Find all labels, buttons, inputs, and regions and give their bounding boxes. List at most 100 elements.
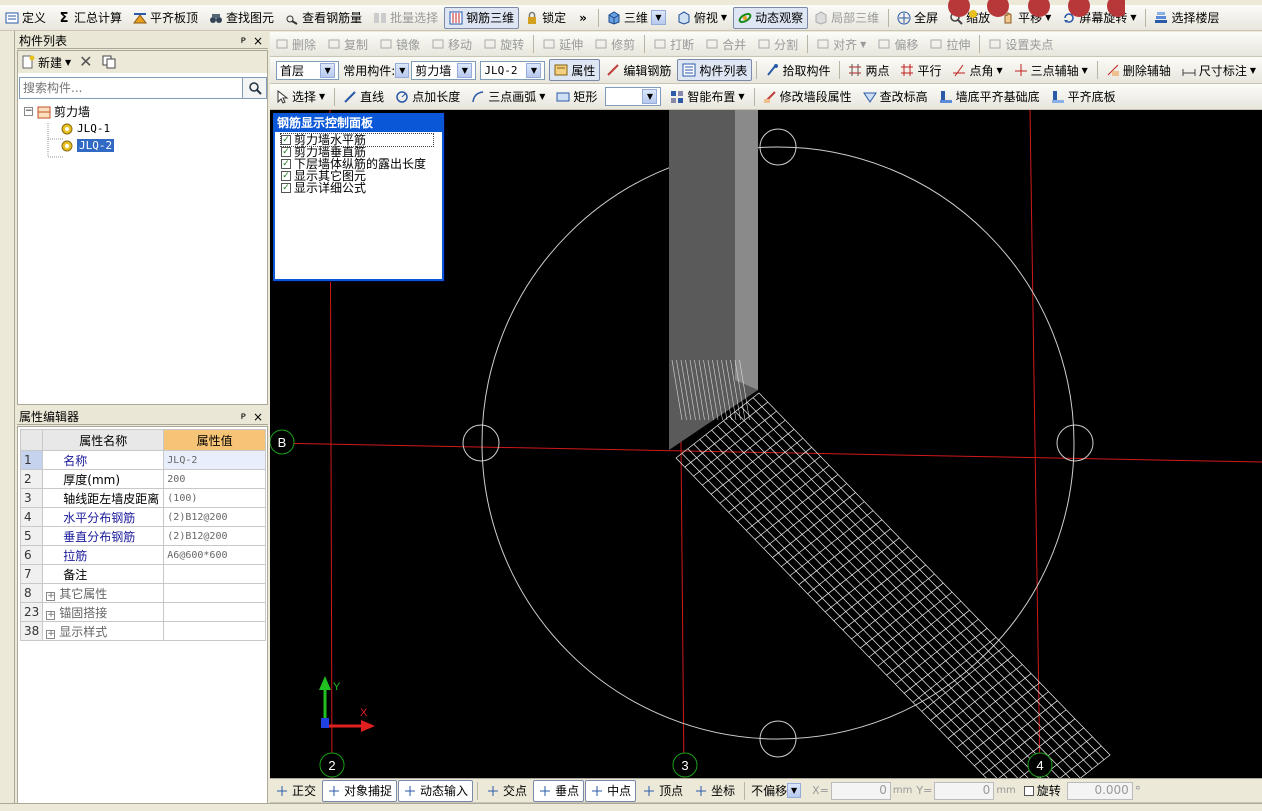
two-points-button[interactable]: 两点	[843, 59, 894, 81]
view-3d-button[interactable]: 三维 ▼	[602, 7, 671, 29]
align-button[interactable]: 对齐 ▼	[811, 33, 871, 55]
category-type-select[interactable]: ▼	[395, 61, 410, 80]
search-input[interactable]	[19, 77, 243, 99]
property-value-cell[interactable]	[163, 583, 266, 603]
find-element-button[interactable]: 查找图元	[204, 7, 279, 29]
rebar-option[interactable]: ✓ 显示详细公式	[281, 182, 436, 194]
pin-icon[interactable]: ᴘ	[241, 411, 246, 422]
expand-icon[interactable]: +	[46, 610, 56, 620]
floor-select[interactable]: 首层 ▼	[276, 60, 340, 80]
select-button[interactable]: 选择 ▼	[270, 86, 330, 108]
arc-option-select[interactable]: ▼	[605, 87, 662, 106]
pick-component-button[interactable]: 拾取构件	[760, 59, 835, 81]
define-button[interactable]: 定义	[0, 7, 51, 29]
fullscreen-button[interactable]: 全屏	[892, 7, 943, 29]
align-wall-bottom-foundation-button[interactable]: 墙底平齐基础底	[934, 86, 1045, 108]
align-slab-top-button[interactable]: 平齐板顶	[128, 7, 203, 29]
delete-aux-axis-button[interactable]: 删除辅轴	[1101, 59, 1176, 81]
parallel-button[interactable]: 平行	[895, 59, 946, 81]
three-point-aux-axis-button[interactable]: 三点辅轴 ▼	[1009, 59, 1093, 81]
dynamic-input-button[interactable]: 动态输入	[398, 779, 474, 802]
property-value-cell[interactable]: (2)B12@200	[163, 526, 266, 546]
property-value-cell[interactable]: 200	[163, 469, 266, 489]
delete-button[interactable]: 删除	[270, 33, 321, 55]
three-point-arc-button[interactable]: 三点画弧 ▼	[466, 86, 550, 108]
intersection-button[interactable]: 交点	[481, 780, 532, 802]
modify-wall-segment-button[interactable]: 修改墙段属性	[758, 86, 857, 108]
property-value-cell[interactable]	[163, 564, 266, 584]
select-floor-button[interactable]: 选择楼层	[1149, 7, 1224, 29]
checkbox-checked-icon[interactable]: ✓	[281, 147, 291, 157]
line-button[interactable]: 直线	[338, 86, 389, 108]
stretch-button[interactable]: 拉伸	[924, 33, 975, 55]
check-elevation-button[interactable]: 查改标高	[858, 86, 933, 108]
sum-calc-button[interactable]: Σ 汇总计算	[52, 7, 127, 29]
mirror-button[interactable]: 镜像	[374, 33, 425, 55]
top-view-button[interactable]: 俯视 ▼	[672, 7, 732, 29]
property-row[interactable]: 8 + 其它属性	[19, 583, 266, 603]
search-button[interactable]	[243, 77, 267, 99]
property-value-cell[interactable]	[163, 621, 266, 641]
x-coordinate-field[interactable]: 0	[830, 781, 891, 800]
toolbar-overflow-button[interactable]: »	[572, 7, 594, 29]
trim-button[interactable]: 修剪	[589, 33, 640, 55]
copy-icon[interactable]	[102, 55, 116, 69]
property-row[interactable]: 4 水平分布钢筋 (2)B12@200	[19, 507, 266, 527]
close-icon[interactable]: ×	[253, 34, 263, 48]
merge-button[interactable]: 合并	[700, 33, 751, 55]
copy-button[interactable]: 复制	[322, 33, 373, 55]
delete-icon[interactable]: ✕	[79, 54, 93, 70]
smart-layout-button[interactable]: 智能布置 ▼	[665, 86, 749, 108]
expand-icon[interactable]: +	[46, 591, 56, 601]
property-row[interactable]: 6 拉筋 A6@600*600	[19, 545, 266, 565]
drawing-canvas[interactable]: B 2 3 4 Y X 钢筋显示控制面板 ✓ 剪力墙水平筋 ✓ 剪力墙垂直筋 ✓ 下层墙体…	[270, 110, 1262, 778]
rectangle-button[interactable]: 矩形	[551, 86, 602, 108]
y-coordinate-field[interactable]: 0	[934, 781, 995, 800]
property-value-cell[interactable]: (100)	[163, 488, 266, 508]
property-row[interactable]: 38 + 显示样式	[19, 621, 266, 641]
offset-button[interactable]: 偏移	[872, 33, 923, 55]
property-row[interactable]: 23 + 锚固搭接	[19, 602, 266, 622]
property-value-cell[interactable]	[163, 602, 266, 622]
expand-icon[interactable]: +	[46, 629, 56, 639]
new-component-button[interactable]: 新建	[38, 54, 62, 71]
checkbox-checked-icon[interactable]: ✓	[281, 183, 291, 193]
midpoint-button[interactable]: 中点	[585, 779, 637, 802]
object-snap-button[interactable]: 对象捕捉	[322, 779, 398, 802]
local-3d-button[interactable]: 局部三维	[809, 7, 884, 29]
orbit-handle-left[interactable]	[462, 424, 500, 462]
component-list-button[interactable]: 构件列表	[677, 59, 753, 81]
checkbox-checked-icon[interactable]: ✓	[281, 171, 291, 181]
perpendicular-button[interactable]: 垂点	[533, 779, 585, 802]
checkbox-checked-icon[interactable]: ✓	[281, 135, 291, 145]
point-angle-button[interactable]: 点角 ▼	[947, 59, 1007, 81]
split-button[interactable]: 分割	[752, 33, 803, 55]
category-select[interactable]: 剪力墙 ▼	[411, 60, 477, 80]
property-row[interactable]: 3 轴线距左墙皮距离 (100)	[19, 488, 266, 508]
edit-rebar-button[interactable]: 编辑钢筋	[601, 59, 676, 81]
view-rebar-qty-button[interactable]: 查看钢筋量	[280, 7, 367, 29]
close-icon[interactable]: ×	[253, 410, 263, 424]
property-value-cell[interactable]: JLQ-2	[163, 450, 266, 470]
move-button[interactable]: 移动	[426, 33, 477, 55]
property-row[interactable]: 7 备注	[19, 564, 266, 584]
extend-button[interactable]: 延伸	[537, 33, 588, 55]
dimension-button[interactable]: 尺寸标注 ▼	[1177, 59, 1261, 81]
pin-icon[interactable]: ᴘ	[241, 35, 246, 46]
align-bottom-slab-button[interactable]: 平齐底板	[1046, 86, 1121, 108]
properties-button[interactable]: 属性	[549, 59, 601, 81]
offset-mode-select[interactable]: 不偏移 ▼	[748, 781, 804, 800]
orbit-gizmo[interactable]	[929, 0, 1129, 18]
set-grip-button[interactable]: 设置夹点	[983, 33, 1058, 55]
property-row[interactable]: 2 厚度(mm) 200	[19, 469, 266, 489]
property-row[interactable]: 5 垂直分布钢筋 (2)B12@200	[19, 526, 266, 546]
rebar-3d-button[interactable]: 钢筋三维	[444, 6, 520, 29]
checkbox-checked-icon[interactable]: ✓	[281, 159, 291, 169]
property-value-cell[interactable]: (2)B12@200	[163, 507, 266, 527]
vertex-button[interactable]: 顶点	[637, 780, 688, 802]
break-button[interactable]: 打断	[648, 33, 699, 55]
property-row[interactable]: 1 名称 JLQ-2	[19, 450, 266, 470]
component-select[interactable]: JLQ-2 ▼	[480, 60, 546, 80]
batch-select-button[interactable]: 批量选择	[368, 7, 443, 29]
property-value-cell[interactable]: A6@600*600	[163, 545, 266, 565]
